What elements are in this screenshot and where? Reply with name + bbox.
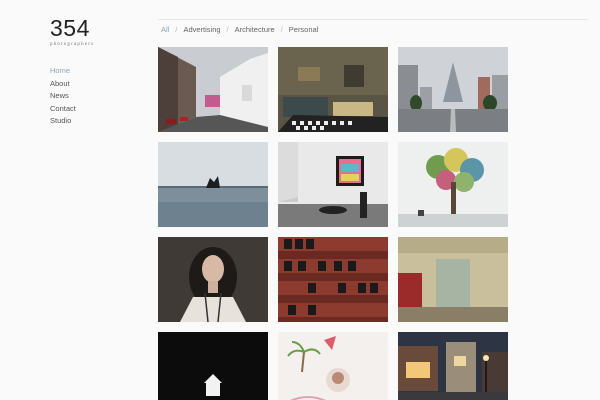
photo-thumbnail[interactable] — [158, 47, 268, 132]
gallery-photo — [278, 142, 388, 227]
city-tower-photo — [398, 47, 508, 132]
logo-number: 354 — [50, 15, 90, 41]
photo-thumbnail[interactable] — [158, 332, 268, 400]
filter-advertising[interactable]: Advertising — [183, 25, 220, 34]
portrait-photo — [158, 237, 268, 322]
palm-scene-photo — [278, 332, 388, 400]
filter-separator: / — [280, 25, 283, 34]
nav-item-studio[interactable]: Studio — [50, 115, 76, 128]
nav-item-news[interactable]: News — [50, 90, 76, 103]
book-installation-photo — [278, 237, 388, 322]
tree-mural-photo — [398, 142, 508, 227]
photo-thumbnail[interactable] — [398, 237, 508, 322]
photo-thumbnail[interactable] — [278, 47, 388, 132]
sea-sculpture-photo — [158, 142, 268, 227]
photo-thumbnail[interactable] — [278, 237, 388, 322]
filter-separator: / — [226, 25, 229, 34]
photo-thumbnail[interactable] — [278, 332, 388, 400]
photo-thumbnail[interactable] — [158, 142, 268, 227]
photo-thumbnail[interactable] — [398, 332, 508, 400]
photo-grid — [158, 47, 508, 400]
photo-thumbnail[interactable] — [278, 142, 388, 227]
nav-item-home[interactable]: Home — [50, 65, 76, 78]
doorway-photo — [398, 237, 508, 322]
nav-item-contact[interactable]: Contact — [50, 103, 76, 116]
logo[interactable]: 354 photographers — [50, 15, 95, 48]
photo-thumbnail[interactable] — [158, 237, 268, 322]
photo-thumbnail[interactable] — [398, 142, 508, 227]
dark-house-photo — [158, 332, 268, 400]
photo-thumbnail[interactable] — [398, 47, 508, 132]
header-divider — [158, 19, 588, 20]
filter-personal[interactable]: Personal — [289, 25, 319, 34]
filter-architecture[interactable]: Architecture — [235, 25, 275, 34]
main-nav: Home About News Contact Studio — [50, 65, 76, 128]
filter-all[interactable]: All — [161, 25, 169, 34]
interior-photo — [278, 47, 388, 132]
category-filter: All / Advertising / Architecture / Perso… — [161, 25, 318, 34]
street-photo — [158, 47, 268, 132]
logo-subtitle: photographers — [50, 42, 95, 47]
filter-separator: / — [175, 25, 178, 34]
nav-item-about[interactable]: About — [50, 78, 76, 91]
night-street-photo — [398, 332, 508, 400]
